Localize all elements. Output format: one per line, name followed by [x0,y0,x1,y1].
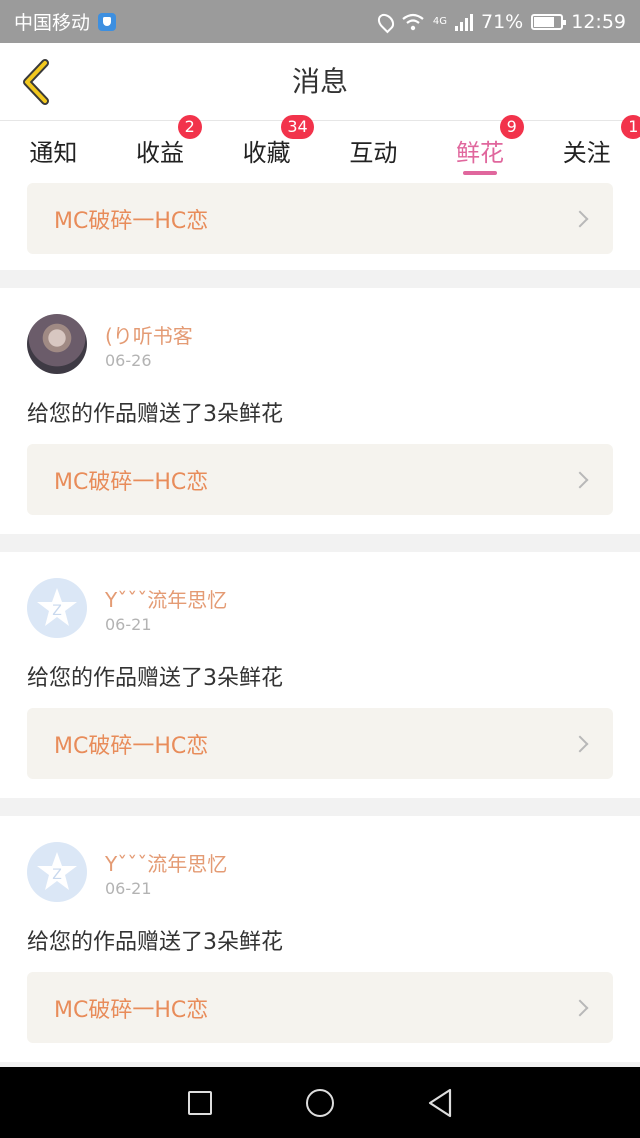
tab-notice[interactable]: 通知 [0,121,107,183]
circle-icon [306,1088,334,1117]
tab-label: 鲜花 [456,139,505,167]
sender-name[interactable]: Yˇˇˇ流年思忆 [105,848,227,877]
chevron-right-icon [571,735,589,752]
tab-label: 互动 [349,139,398,167]
battery-icon [531,13,567,30]
unread-badge: 9 [499,115,524,139]
page-title: 消息 [291,65,348,98]
message-text: 给您的作品赠送了3朵鲜花 [27,402,283,427]
shield-icon [98,12,117,31]
status-bar: 中国移动 4G 71% 12:59 [0,0,640,43]
chevron-right-icon [571,999,589,1016]
app-header: 消息 [0,43,640,121]
chevron-right-icon [571,471,589,488]
svg-text:Z: Z [52,603,62,619]
chevron-right-icon [571,210,589,227]
default-avatar-icon: Z [37,852,77,890]
work-link[interactable]: MC破碎一HC恋 [27,444,613,515]
work-link[interactable]: MC破碎一HC恋 [27,183,613,254]
work-title: MC破碎一HC恋 [54,733,209,759]
home-button[interactable] [300,1083,340,1123]
sender-name[interactable]: Yˇˇˇ流年思忆 [105,584,227,613]
network-type: 4G [432,16,447,27]
avatar[interactable] [27,314,87,374]
tab-interaction[interactable]: 互动 [320,121,427,183]
avatar[interactable]: Z [27,578,87,638]
work-title: MC破碎一HC恋 [54,208,209,234]
wifi-icon [402,13,424,30]
sender-name[interactable]: (り听书客 [105,320,193,349]
message-date: 06-21 [105,879,152,898]
message-text: 给您的作品赠送了3朵鲜花 [27,666,283,691]
tab-bar: 通知 收益 2 收藏 34 互动 鲜花 9 关注 1 [0,115,640,183]
work-title: MC破碎一HC恋 [54,997,209,1023]
tab-label: 通知 [29,139,78,167]
signal-icon [455,13,473,31]
message-date: 06-26 [105,351,152,370]
message-text: 给您的作品赠送了3朵鲜花 [27,930,283,955]
tab-earnings[interactable]: 收益 2 [107,115,214,183]
work-title: MC破碎一HC恋 [54,469,209,495]
message-date: 06-21 [105,615,152,634]
system-nav-bar [0,1067,640,1138]
work-link[interactable]: MC破碎一HC恋 [27,708,613,779]
tab-label: 收藏 [242,139,291,167]
unread-badge: 2 [177,115,202,139]
tab-label: 收益 [136,139,184,167]
tab-favorites[interactable]: 收藏 34 [213,115,320,183]
tab-follow[interactable]: 关注 1 [533,115,640,183]
list-item: MC破碎一HC恋 [0,183,640,270]
tab-label: 关注 [562,139,611,167]
default-avatar-icon: Z [37,588,77,626]
clock: 12:59 [571,10,626,33]
svg-text:Z: Z [52,867,62,883]
square-icon [188,1090,212,1115]
back-button[interactable] [14,57,58,107]
list-item: Z Yˇˇˇ流年思忆 06-21 给您的作品赠送了3朵鲜花 MC破碎一HC恋 [0,816,640,1062]
unread-badge: 34 [281,115,314,139]
list-item: (り听书客 06-26 给您的作品赠送了3朵鲜花 MC破碎一HC恋 [0,288,640,534]
back-arrow-icon [23,59,49,105]
work-link[interactable]: MC破碎一HC恋 [27,972,613,1043]
system-back-button[interactable] [420,1083,460,1123]
avatar[interactable]: Z [27,842,87,902]
battery-percent: 71% [481,10,524,33]
tab-flowers[interactable]: 鲜花 9 [427,115,534,183]
message-list[interactable]: MC破碎一HC恋 (り听书客 06-26 给您的作品赠送了3朵鲜花 MC破碎一H… [0,183,640,1067]
triangle-back-icon [428,1088,452,1117]
location-icon [374,10,398,33]
recents-button[interactable] [180,1083,220,1123]
unread-badge: 1 [621,115,640,139]
list-item: Z Yˇˇˇ流年思忆 06-21 给您的作品赠送了3朵鲜花 MC破碎一HC恋 [0,552,640,798]
carrier-label: 中国移动 [14,12,91,34]
